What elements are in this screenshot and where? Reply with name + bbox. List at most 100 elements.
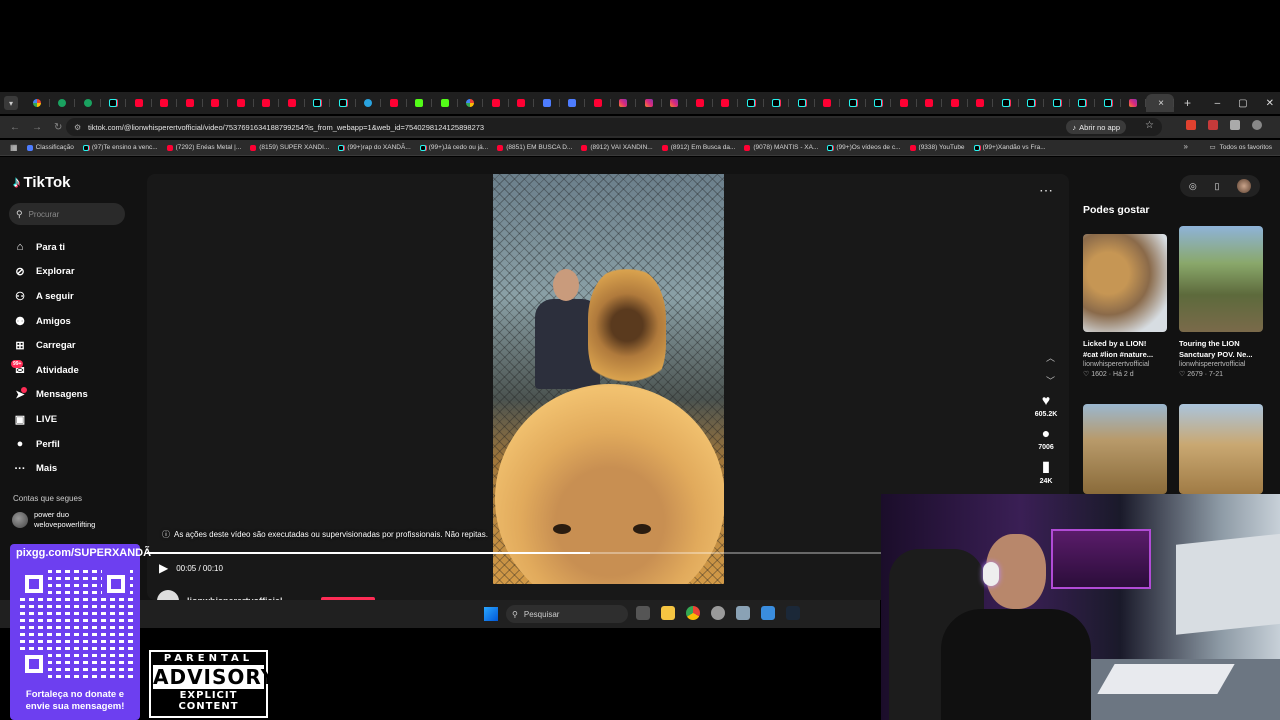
browser-tab[interactable] xyxy=(840,94,866,112)
bookmark-item[interactable]: (8912) Em Busca da... xyxy=(661,144,735,151)
site-info-icon[interactable]: ⚙ xyxy=(74,123,84,132)
browser-tab[interactable] xyxy=(1121,94,1147,112)
sidebar-item-mais[interactable]: ··· Mais xyxy=(12,456,88,481)
chevron-up-icon[interactable]: ︿ xyxy=(1046,351,1055,364)
browser-tab[interactable] xyxy=(560,94,586,112)
browser-tab[interactable] xyxy=(866,94,892,112)
bookmark-item[interactable]: (8851) EM BUSCA D... xyxy=(497,144,572,151)
browser-tab[interactable] xyxy=(279,94,305,112)
browser-tab[interactable] xyxy=(203,94,229,112)
open-app-button[interactable]: ♪ Abrir no app xyxy=(1066,120,1126,134)
browser-tab[interactable] xyxy=(942,94,968,112)
browser-tab[interactable] xyxy=(789,94,815,112)
browser-tab[interactable] xyxy=(228,94,254,112)
extension-icon[interactable] xyxy=(1208,120,1218,130)
suggestion-thumbnail[interactable] xyxy=(1083,404,1167,494)
windows-start-icon[interactable] xyxy=(484,607,498,621)
bookmark-item[interactable]: (97)Te ensino a venc... xyxy=(82,144,158,151)
app-icon[interactable] xyxy=(761,606,775,620)
bookmark-item[interactable]: (8912) VAI XANDIN... xyxy=(581,144,653,151)
browser-tab[interactable] xyxy=(356,94,382,112)
sidebar-item-a-seguir[interactable]: ⚇ A seguir xyxy=(12,284,88,309)
search-input[interactable]: ⚲ Procurar xyxy=(9,203,125,225)
browser-tab[interactable] xyxy=(917,94,943,112)
browser-tab[interactable] xyxy=(177,94,203,112)
browser-tab[interactable] xyxy=(764,94,790,112)
browser-tab[interactable] xyxy=(101,94,127,112)
close-window-button[interactable]: ✕ xyxy=(1266,98,1274,109)
browser-tab[interactable] xyxy=(1044,94,1070,112)
sidebar-item-mensagens[interactable]: ➤ Mensagens xyxy=(12,383,88,408)
file-explorer-icon[interactable] xyxy=(661,606,675,620)
sidebar-item-explorar[interactable]: ⊘ Explorar xyxy=(12,260,88,285)
sidebar-item-amigos[interactable]: ⚉ Amigos xyxy=(12,309,88,334)
sidebar-item-perfil[interactable]: ● Perfil xyxy=(12,432,88,457)
browser-tab[interactable] xyxy=(407,94,433,112)
phone-icon[interactable]: ▯ xyxy=(1214,181,1219,192)
bookmark-star-icon[interactable]: ☆ xyxy=(1145,120,1154,131)
browser-tab[interactable] xyxy=(330,94,356,112)
suggestion-thumbnail[interactable] xyxy=(1179,404,1263,494)
browser-tab[interactable] xyxy=(585,94,611,112)
all-bookmarks-folder[interactable]: ▭ Todos os favoritos xyxy=(1209,143,1272,152)
bookmark-item[interactable]: Classificação xyxy=(26,144,74,151)
browser-tab[interactable] xyxy=(713,94,739,112)
apps-grid-icon[interactable]: ▦ xyxy=(10,143,18,152)
sidebar-item-carregar[interactable]: ⊞ Carregar xyxy=(12,333,88,358)
bookmark-item[interactable]: (9338) YouTube xyxy=(909,144,965,151)
taskbar-search[interactable]: ⚲ Pesquisar xyxy=(506,605,628,623)
active-tab[interactable]: × xyxy=(1146,94,1174,112)
browser-tab[interactable] xyxy=(1019,94,1045,112)
sidebar-item-atividade[interactable]: ✉ 99+ Atividade xyxy=(11,358,88,383)
maximize-button[interactable]: ▢ xyxy=(1238,98,1247,109)
back-icon[interactable]: ← xyxy=(10,122,22,133)
address-bar[interactable]: ⚙ tiktok.com/@lionwhisperertvofficial/vi… xyxy=(66,118,1162,136)
browser-tab[interactable] xyxy=(815,94,841,112)
suggestion-card[interactable]: Touring the LION Sanctuary POV. Ne... li… xyxy=(1179,226,1263,378)
reload-icon[interactable]: ↻ xyxy=(54,122,66,133)
tab-search-icon[interactable]: ▾ xyxy=(4,96,18,110)
bookmark-item[interactable]: (9078) MANTIS - XA... xyxy=(744,144,818,151)
video-frame[interactable] xyxy=(493,174,724,584)
bookmark-item[interactable]: (99+)Xandão vs Fra... xyxy=(973,144,1046,151)
browser-tab[interactable] xyxy=(738,94,764,112)
bookmark-item[interactable]: (8159) SUPER XANDI... xyxy=(250,144,329,151)
browser-tab[interactable] xyxy=(968,94,994,112)
tiktok-logo[interactable]: ♪ TikTok xyxy=(13,174,70,191)
bookmarks-overflow-icon[interactable]: » xyxy=(1184,142,1188,151)
browser-tab[interactable] xyxy=(458,94,484,112)
browser-tab[interactable] xyxy=(611,94,637,112)
browser-tab[interactable] xyxy=(891,94,917,112)
minimize-button[interactable]: – xyxy=(1215,98,1221,109)
task-view-icon[interactable] xyxy=(636,606,650,620)
bookmark-item[interactable]: (99+)Já cedo ou já... xyxy=(419,144,488,151)
chevron-down-icon[interactable]: ﹀ xyxy=(1046,374,1055,387)
browser-tab[interactable] xyxy=(24,94,50,112)
browser-tab[interactable] xyxy=(483,94,509,112)
profile-avatar[interactable] xyxy=(1252,120,1262,130)
browser-tab[interactable] xyxy=(662,94,688,112)
chrome-icon[interactable] xyxy=(686,606,700,620)
close-tab-icon[interactable]: × xyxy=(1158,98,1164,109)
browser-tab[interactable] xyxy=(534,94,560,112)
steam-icon[interactable] xyxy=(786,606,800,620)
url-text[interactable]: tiktok.com/@lionwhisperertvofficial/vide… xyxy=(88,123,484,132)
app-icon[interactable] xyxy=(711,606,725,620)
browser-tab[interactable] xyxy=(687,94,713,112)
browser-tab[interactable] xyxy=(432,94,458,112)
browser-tab[interactable] xyxy=(381,94,407,112)
sidebar-item-live[interactable]: ▣ LIVE xyxy=(12,407,88,432)
browser-tab[interactable] xyxy=(254,94,280,112)
browser-tab[interactable] xyxy=(305,94,331,112)
sidebar-item-para-ti[interactable]: ⌂ Para ti xyxy=(12,235,88,260)
bookmark-icon[interactable]: ▮ xyxy=(1042,458,1050,475)
bookmark-item[interactable]: (7292) Enéas Metal |... xyxy=(166,144,241,151)
avatar[interactable] xyxy=(1237,179,1252,193)
browser-tab[interactable] xyxy=(75,94,101,112)
heart-icon[interactable]: ♥ xyxy=(1042,392,1050,408)
browser-tab[interactable] xyxy=(993,94,1019,112)
settings-icon[interactable] xyxy=(736,606,750,620)
forward-icon[interactable]: → xyxy=(32,122,44,133)
comment-icon[interactable]: ● xyxy=(1042,425,1050,441)
browser-tab[interactable] xyxy=(1070,94,1096,112)
